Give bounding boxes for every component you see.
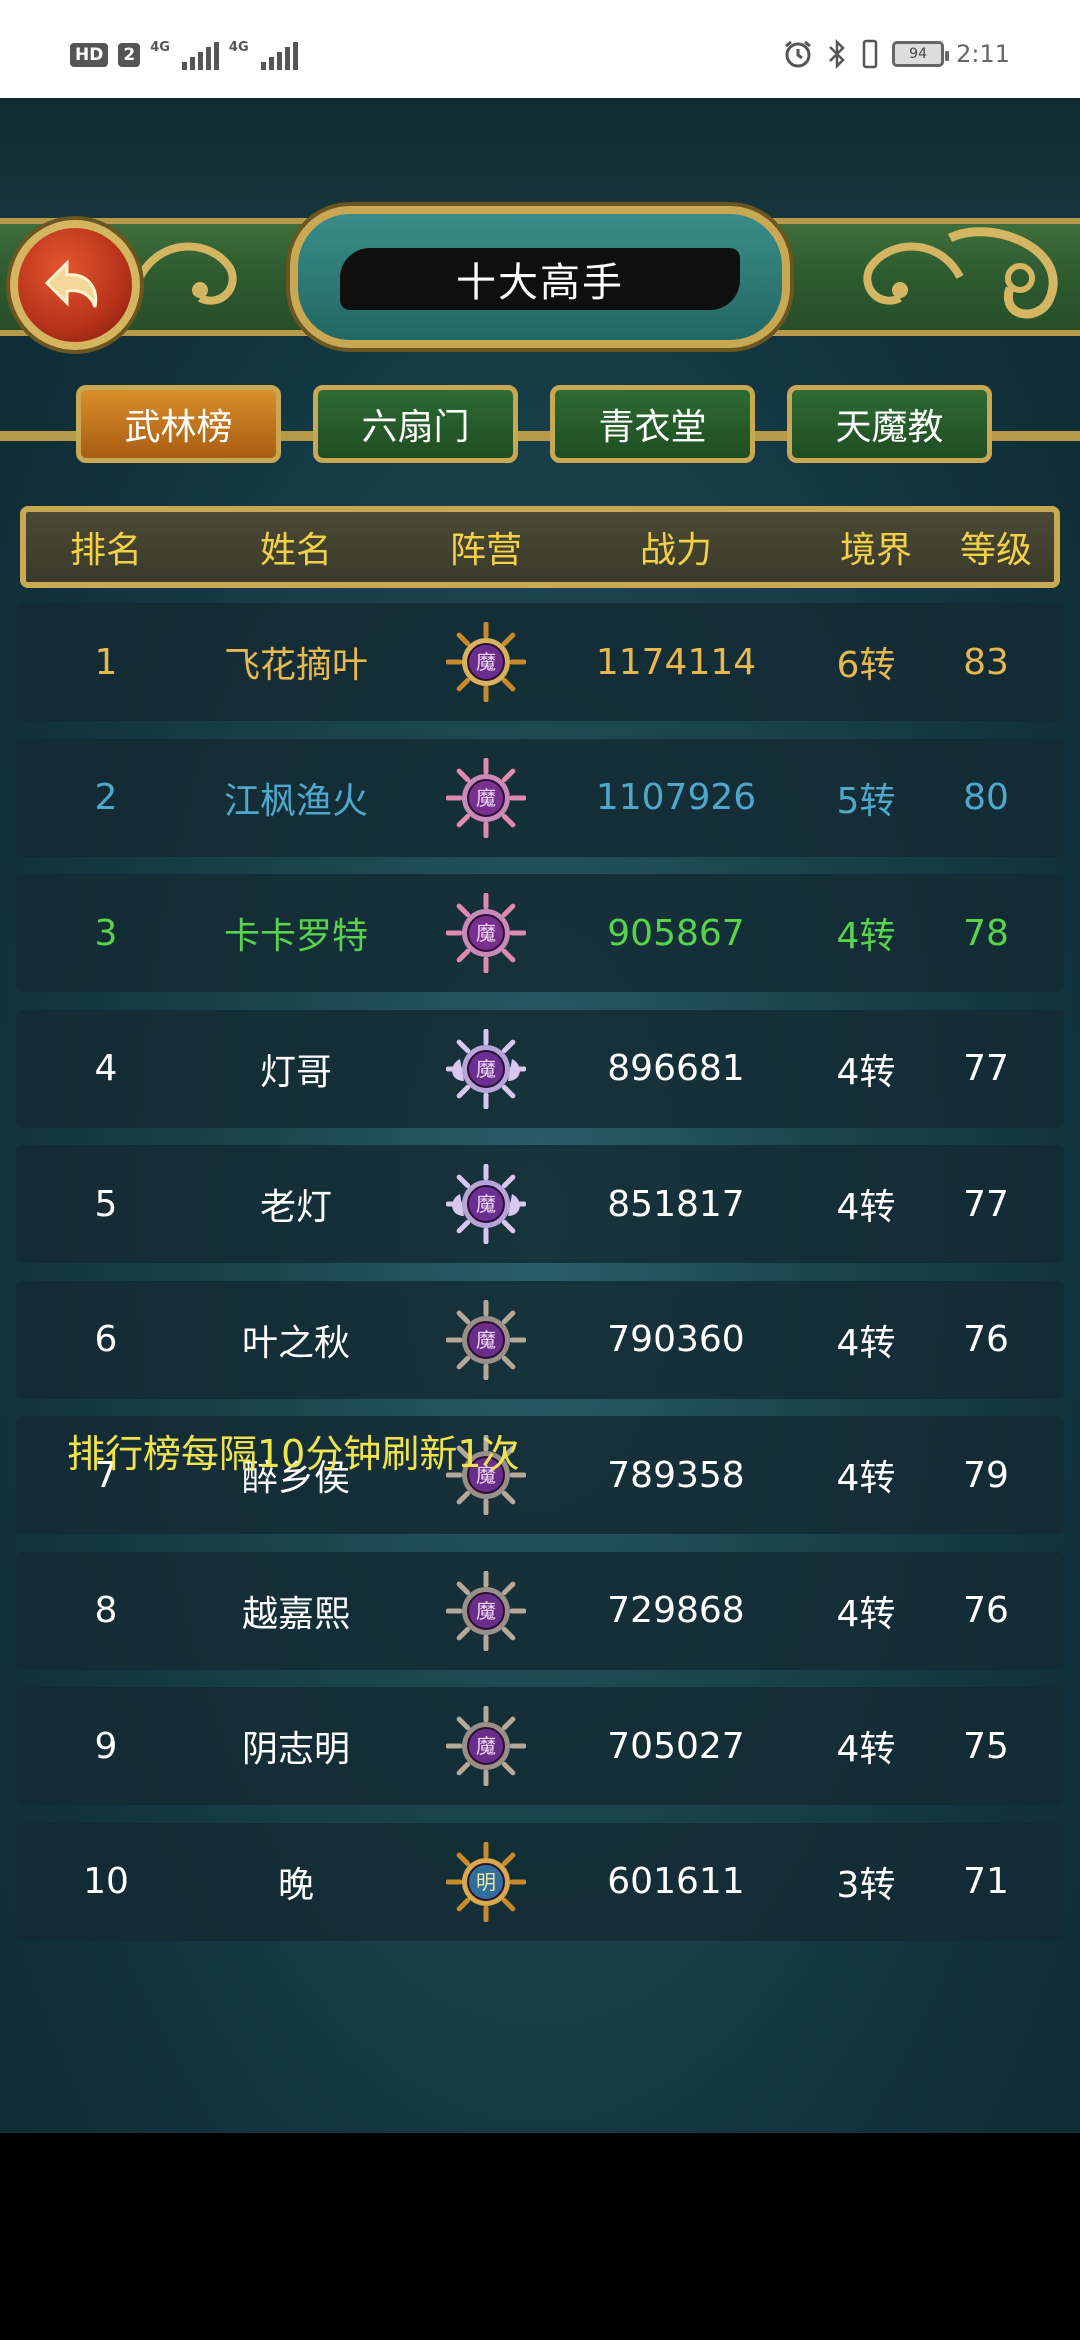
tab-tianmojiao[interactable]: 天魔教 <box>787 385 992 463</box>
demon-emblem-icon: 魔 <box>446 622 526 702</box>
demon-emblem-icon: 魔 <box>446 1299 526 1380</box>
camp-glyph: 魔 <box>476 1057 496 1081</box>
rank-cell: 2 <box>94 777 118 818</box>
bluetooth-icon <box>829 38 845 70</box>
header-name: 姓名 <box>259 530 332 571</box>
power-cell: 851817 <box>607 1183 745 1225</box>
network-label-2: 4G <box>228 40 249 55</box>
table-row[interactable]: 6 叶之秋魔 790360 4转 76 <box>16 1280 1064 1399</box>
demon-emblem-icon: 魔 <box>446 757 526 838</box>
tab-label: 天魔教 <box>835 407 944 448</box>
camp-glyph: 魔 <box>476 786 496 810</box>
status-left: HD 2 4G 4G <box>70 40 298 70</box>
network-label-1: 4G <box>150 40 170 55</box>
rank-cell: 6 <box>94 1319 118 1360</box>
demon-emblem-icon: 魔 <box>446 1706 526 1786</box>
level-cell: 77 <box>963 1183 1009 1225</box>
level-cell: 76 <box>963 1319 1009 1360</box>
camp-glyph: 魔 <box>476 1192 496 1216</box>
status-bar: HD 2 4G 4G 94 2:11 <box>0 0 1080 98</box>
table-row[interactable]: 4 灯哥魔 896681 4转 77 <box>16 1009 1064 1128</box>
alarm-icon <box>785 40 812 68</box>
camp-glyph: 魔 <box>476 1328 496 1352</box>
vibrate-icon <box>862 39 878 69</box>
page-title: 十大高手 <box>456 260 624 306</box>
power-cell: 789358 <box>607 1454 745 1496</box>
rank-cell: 9 <box>94 1725 118 1767</box>
power-cell: 1107926 <box>595 777 757 818</box>
top-band <box>0 98 1080 218</box>
demon-emblem-icon: 魔 <box>446 1028 526 1109</box>
header-camp: 阵营 <box>449 530 522 571</box>
power-cell: 601611 <box>607 1861 745 1902</box>
battery-level: 94 <box>909 46 927 62</box>
signal-icon-1 <box>181 40 219 70</box>
power-cell: 729868 <box>607 1590 745 1631</box>
table-row[interactable]: 5 老灯魔 851817 4转 77 <box>16 1145 1064 1263</box>
game-screen: 十大高手 武林榜 六扇门 青衣堂 天魔教 排名 姓名 阵营 战力 境界 等级 1… <box>0 98 1080 2133</box>
table-row[interactable]: 2 江枫渔火魔 1107926 5转 80 <box>16 738 1064 857</box>
power-cell: 905867 <box>607 912 745 954</box>
tab-label: 武林榜 <box>124 407 233 448</box>
power-cell: 790360 <box>607 1319 745 1360</box>
camp-glyph: 明 <box>476 1870 496 1894</box>
signal-icon-2 <box>260 40 298 70</box>
camp-glyph: 魔 <box>476 921 496 945</box>
tab-liushanmen[interactable]: 六扇门 <box>313 385 518 463</box>
rank-cell: 10 <box>83 1861 129 1902</box>
header-rank: 排名 <box>69 530 142 571</box>
tab-wulin[interactable]: 武林榜 <box>76 385 281 463</box>
power-cell: 1174114 <box>595 641 757 683</box>
tab-label: 六扇门 <box>361 407 470 448</box>
rank-cell: 5 <box>94 1183 118 1225</box>
demon-emblem-icon: 魔 <box>446 1570 526 1651</box>
header-level: 等级 <box>959 530 1032 571</box>
level-cell: 79 <box>963 1454 1009 1496</box>
power-cell: 705027 <box>607 1725 745 1767</box>
camp-glyph: 魔 <box>476 1734 496 1758</box>
table-row[interactable]: 10 晚明 601611 3转 71 <box>16 1822 1064 1941</box>
clock: 2:11 <box>956 40 1010 68</box>
ornament-corner-icon <box>947 227 1058 319</box>
battery-icon: 94 <box>892 41 950 67</box>
tab-label: 青衣堂 <box>598 407 707 448</box>
demon-emblem-icon: 魔 <box>446 1164 526 1244</box>
camp-glyph: 魔 <box>476 650 496 674</box>
rank-cell: 8 <box>94 1590 118 1631</box>
table-row[interactable]: 9 阴志明魔 705027 4转 75 <box>16 1687 1064 1805</box>
hd-badge: HD <box>70 43 109 67</box>
rank-cell: 4 <box>94 1048 118 1089</box>
ornament-left-icon <box>136 242 237 305</box>
level-cell: 76 <box>963 1590 1009 1631</box>
level-cell: 83 <box>963 641 1009 683</box>
table-row[interactable]: 8 越嘉熙魔 729868 4转 76 <box>16 1551 1064 1670</box>
refresh-note: 排行榜每隔10分钟刷新1次 <box>67 1432 520 1476</box>
power-cell: 896681 <box>607 1048 745 1089</box>
table-row[interactable]: 1 飞花摘叶魔 1174114 6转 83 <box>16 603 1064 721</box>
table-header: 排名 姓名 阵营 战力 境界 等级 <box>20 506 1060 588</box>
ming-emblem-icon: 明 <box>446 1841 526 1922</box>
demon-emblem-icon: 魔 <box>446 893 526 973</box>
tab-qingyitang[interactable]: 青衣堂 <box>550 385 755 463</box>
back-button[interactable] <box>10 220 140 350</box>
status-right: 94 2:11 <box>782 38 1010 70</box>
level-cell: 75 <box>963 1725 1009 1767</box>
level-cell: 77 <box>963 1048 1009 1089</box>
camp-glyph: 魔 <box>476 1599 496 1623</box>
level-cell: 71 <box>963 1861 1009 1902</box>
header-power: 战力 <box>639 530 712 571</box>
level-cell: 78 <box>963 912 1009 954</box>
level-cell: 80 <box>963 777 1009 818</box>
sim-badge: 2 <box>118 43 141 67</box>
rank-cell: 1 <box>94 641 118 683</box>
back-arrow-icon <box>44 259 98 308</box>
rank-cell: 3 <box>94 912 118 954</box>
title-banner: 十大高手 <box>340 248 740 310</box>
table-row[interactable]: 3 卡卡罗特魔 905867 4转 78 <box>16 874 1064 992</box>
